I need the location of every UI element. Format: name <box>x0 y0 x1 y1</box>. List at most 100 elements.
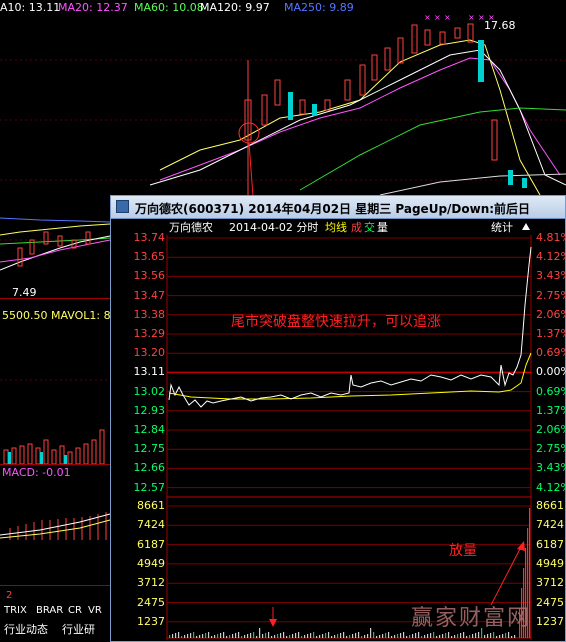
tab-trix[interactable]: TRIX <box>4 605 27 616</box>
volume-bar <box>451 636 453 638</box>
volume-bar <box>511 636 513 638</box>
small-volume-arrowhead <box>269 619 277 627</box>
tab-industry-research[interactable]: 行业研 <box>62 621 95 637</box>
volume-bar <box>196 636 198 638</box>
price-tick-label: 13.38 <box>133 307 166 321</box>
percent-tick-label: 3.43% <box>536 461 566 475</box>
tab-number: 2 <box>6 590 13 601</box>
volume-bar <box>271 636 273 638</box>
price-tick-label: 13.65 <box>133 250 166 264</box>
ma-legend-item: MA60: 10.08 <box>134 1 204 14</box>
volume-bar <box>187 634 189 638</box>
stats-button[interactable]: 统计 <box>491 221 513 234</box>
volume-bar <box>508 632 510 638</box>
volume-bar <box>175 633 177 638</box>
percent-tick-label: 2.06% <box>536 423 566 436</box>
volume-bar <box>439 635 441 638</box>
volume-bar <box>319 635 321 638</box>
low-price-label: 7.49 <box>12 286 37 299</box>
volume-bar <box>253 632 255 638</box>
legend-volume-1: 成 <box>351 221 362 234</box>
volume-bar <box>298 632 300 638</box>
percent-tick-label: 0.69% <box>536 384 566 398</box>
legend-volume-2: 交 <box>364 221 375 234</box>
percent-tick-label: 2.06% <box>536 307 566 321</box>
volume-tick-label-right: 4949 <box>536 556 564 570</box>
price-tick-label: 13.11 <box>133 365 166 379</box>
volume-tick-label-right: 6187 <box>536 537 564 551</box>
volume-tick-label: 8661 <box>137 499 165 512</box>
tab-brar[interactable]: BRAR <box>36 605 63 616</box>
volume-bar <box>199 635 201 638</box>
price-tick-label: 13.56 <box>133 269 166 283</box>
volume-tick-label: 6187 <box>137 537 165 551</box>
legend-volume-3: 量 <box>377 221 388 234</box>
tab-vr[interactable]: VR <box>88 605 102 616</box>
volume-bar <box>280 633 282 638</box>
intraday-popup-window[interactable]: 万向德农(600371) 2014年04月02日 星期三 PageUp/Down… <box>110 195 566 642</box>
volume-tick-label: 7424 <box>137 518 165 532</box>
volume-bar <box>343 632 345 638</box>
volume-bar <box>322 634 324 638</box>
price-tick-label: 13.47 <box>133 288 166 302</box>
volume-bar <box>370 628 372 638</box>
volume-bar <box>493 632 495 638</box>
volume-bar <box>316 636 318 638</box>
volume-bar <box>310 633 312 638</box>
volume-bar <box>442 634 444 638</box>
volume-bar <box>229 635 231 638</box>
tab-industry-news[interactable]: 行业动态 <box>4 621 48 637</box>
volume-bar <box>301 636 303 638</box>
volume-tick-label: 1237 <box>137 614 165 628</box>
popup-titlebar[interactable]: 万向德农(600371) 2014年04月02日 星期三 PageUp/Down… <box>111 196 565 219</box>
volume-bar <box>352 634 354 638</box>
volume-bar <box>394 635 396 638</box>
volume-bar <box>409 635 411 638</box>
volume-bar <box>202 634 204 638</box>
percent-tick-label: 0.00% <box>536 365 566 379</box>
annotation-breakout: 尾市突破盘整快速拉升，可以追涨 <box>231 314 441 330</box>
ma-legend-item: A10: 13.11 <box>0 1 61 14</box>
volume-bar <box>220 633 222 638</box>
percent-tick-label: 3.43% <box>536 269 566 283</box>
ma-legend-item: MA250: 9.89 <box>284 1 354 14</box>
price-tick-label: 13.29 <box>133 327 166 340</box>
volume-bar <box>265 633 267 638</box>
volume-bar <box>235 633 237 638</box>
volume-bar <box>217 634 219 638</box>
volume-bar <box>337 634 339 638</box>
volume-bar <box>484 635 486 638</box>
intraday-header: 万向德农 2014-04-02 分时 均线 成 交 量 统计 <box>111 219 565 235</box>
volume-bar <box>355 633 357 638</box>
volume-bar <box>211 636 213 638</box>
volume-bar <box>364 635 366 638</box>
percent-tick-label: 1.37% <box>536 327 566 340</box>
volume-bar <box>361 636 363 638</box>
volume-bar <box>445 633 447 638</box>
percent-tick-label: 4.12% <box>536 480 566 494</box>
volume-bar <box>367 634 369 638</box>
volume-bar <box>358 632 360 638</box>
volume-bar <box>325 633 327 638</box>
volume-bar <box>373 632 375 638</box>
volume-bar <box>349 635 351 638</box>
volume-tick-label-right: 3712 <box>536 576 564 590</box>
annotation-volume-surge: 放量 <box>449 543 477 559</box>
tab-cr[interactable]: CR <box>68 605 82 616</box>
volume-bar <box>430 633 432 638</box>
volume-bar <box>478 632 480 638</box>
volume-bar <box>295 633 297 638</box>
volume-tick-label: 3712 <box>137 576 165 590</box>
volume-bar <box>238 632 240 638</box>
price-tick-label: 13.74 <box>133 231 166 244</box>
volume-bar <box>424 635 426 638</box>
volume-bar <box>505 633 507 638</box>
price-tick-label: 13.02 <box>133 384 166 398</box>
volume-bar <box>421 636 423 638</box>
volume-up-arrowhead <box>517 541 525 551</box>
volume-bar <box>487 634 489 638</box>
percent-tick-label: 2.75% <box>536 288 566 302</box>
svg-text:×: × <box>434 13 441 22</box>
stats-arrow-icon[interactable] <box>521 222 531 232</box>
volume-bar <box>286 636 288 638</box>
